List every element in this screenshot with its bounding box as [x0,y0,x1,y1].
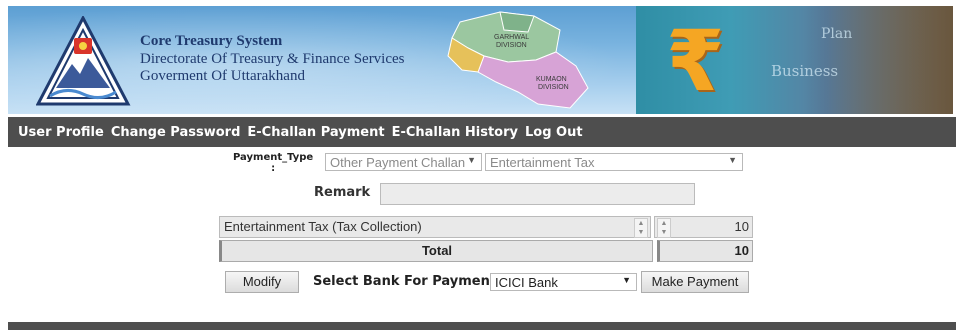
amount-value: 10 [734,219,749,234]
sub-type-select[interactable]: Entertainment Tax ▼ [485,153,743,171]
bank-value: ICICI Bank [495,275,558,290]
chevron-down-icon: ▼ [467,155,476,165]
finance-photo: ₹ Business Plan [636,6,953,114]
tax-head-spinner[interactable]: ▲ ▼ [634,218,648,238]
spin-up-icon: ▲ [637,220,645,227]
nav-list: User Profile Change Password E-Challan P… [8,117,956,147]
chevron-down-icon: ▼ [728,155,737,165]
tax-head-value: Entertainment Tax (Tax Collection) [224,219,422,234]
footer-bar [8,322,956,330]
kumaon-label-1: KUMAON [536,76,567,83]
remark-input[interactable] [380,183,695,205]
payment-type-label-text: Payment_Type [233,152,314,163]
amount-field[interactable]: ▲ ▼ 10 [654,216,753,238]
nav-log-out[interactable]: Log Out [525,125,583,140]
uttarakhand-map: GARHWAL DIVISION KUMAON DIVISION [447,11,589,109]
bank-select[interactable]: ICICI Bank ▼ [490,273,637,291]
payment-type-label-colon: : [271,163,276,174]
remark-label: Remark [314,185,371,200]
make-payment-button[interactable]: Make Payment [641,271,749,293]
nav-e-challan-payment[interactable]: E-Challan Payment [247,125,384,140]
system-title: Core Treasury System [140,33,283,49]
photo-word-plan: Plan [821,26,853,42]
garhwal-label-1: GARHWAL [494,34,529,41]
nav-user-profile[interactable]: User Profile [18,125,104,140]
main-navbar: User Profile Change Password E-Challan P… [8,117,956,147]
payment-type-value: Other Payment Challan [330,155,466,170]
total-value: 10 [657,240,753,262]
chevron-down-icon: ▼ [622,275,631,285]
header-banner: Core Treasury System Directorate Of Trea… [8,6,953,114]
uttarakhand-emblem-logo [36,16,131,106]
tax-head-field[interactable]: Entertainment Tax (Tax Collection) ▲ ▼ [219,216,651,238]
spin-down-icon: ▼ [660,229,668,236]
kumaon-label-2: DIVISION [538,84,569,91]
payment-type-select[interactable]: Other Payment Challan ▼ [325,153,482,171]
amount-spinner[interactable]: ▲ ▼ [657,218,671,238]
sub-type-value: Entertainment Tax [490,155,595,170]
rupee-icon: ₹ [666,12,725,110]
spin-up-icon: ▲ [660,220,668,227]
payment-type-label: Payment_Type : [233,152,313,174]
photo-word-business: Business [771,62,839,80]
nav-change-password[interactable]: Change Password [111,125,241,140]
select-bank-label: Select Bank For Payment : [313,274,506,289]
government-subtitle: Goverment Of Uttarakhand [140,68,305,84]
nav-e-challan-history[interactable]: E-Challan History [392,125,518,140]
photo-shade [803,6,953,114]
directorate-subtitle: Directorate Of Treasury & Finance Servic… [140,51,405,67]
spin-down-icon: ▼ [637,229,645,236]
total-label: Total [219,240,653,262]
garhwal-label-2: DIVISION [496,42,527,49]
modify-button[interactable]: Modify [225,271,299,293]
